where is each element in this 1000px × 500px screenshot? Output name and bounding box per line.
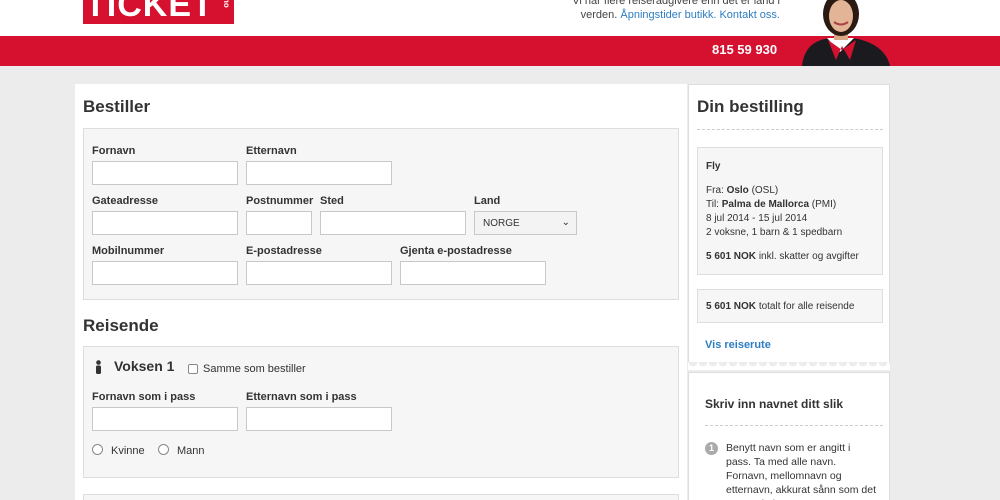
chevron-down-icon: ⌄ (561, 217, 570, 228)
header-info-line1: Vi har flere reiserådgivere enn det er l… (572, 0, 780, 7)
to-code: (PMI) (811, 199, 837, 210)
name-hint-title: Skriv inn navnet ditt slik (705, 397, 844, 411)
country-select[interactable]: NORGE ⌄ (474, 211, 577, 235)
bestiller-title: Bestiller (83, 97, 151, 116)
name-hint-text: Benytt navn som er angitt i pass. Ta med… (726, 442, 876, 500)
from-city: Oslo (726, 185, 749, 196)
price: 5 601 NOK (706, 251, 757, 262)
header-info: Vi har flere reiserådgivere enn det er l… (572, 0, 780, 22)
last-name-label: Etternavn (246, 145, 297, 157)
male-label: Mann (177, 445, 205, 457)
street-label: Gateadresse (92, 195, 159, 207)
show-itinerary-link[interactable]: Vis reiserute (705, 339, 771, 351)
to-line: Til: Palma de Mallorca (PMI) (706, 198, 836, 212)
first-name-label: Fornavn (92, 145, 136, 157)
reisende-title: Reisende (83, 316, 159, 335)
total-line: 5 601 NOK totalt for alle reisende (706, 300, 854, 314)
male-radio[interactable] (158, 444, 169, 455)
phone-number: 815 59 930 (712, 42, 778, 57)
country-value: NORGE (483, 218, 520, 229)
order-summary: Din bestilling Fly Fra: Oslo (OSL) Til: … (688, 84, 890, 368)
street-input[interactable] (92, 211, 238, 235)
trip-type: Fly (706, 161, 721, 172)
email-label: E-postadresse (246, 245, 322, 257)
contact-link[interactable]: Kontakt oss. (719, 9, 780, 21)
next-traveler-box (83, 494, 679, 500)
total-note: totalt for alle reisende (758, 301, 855, 312)
passenger-summary: 2 voksne, 1 barn & 1 spedbarn (706, 227, 843, 238)
agent-photo (782, 0, 892, 66)
traveler-box: Voksen 1 Samme som bestiller Fornavn som… (83, 346, 679, 478)
last-name-input[interactable] (246, 161, 392, 185)
passport-first-name-input[interactable] (92, 407, 238, 431)
passport-first-name-label: Fornavn som i pass (92, 391, 196, 403)
bestiller-box: Fornavn Etternavn Gateadresse Postnummer… (83, 128, 679, 300)
passport-last-name-label: Etternavn som i pass (246, 391, 357, 403)
logo-sub: no (222, 0, 231, 8)
passport-last-name-input[interactable] (246, 407, 392, 431)
order-summary-title: Din bestilling (697, 97, 804, 116)
person-icon (96, 360, 101, 374)
total-box: 5 601 NOK totalt for alle reisende (697, 289, 883, 323)
travel-dates: 8 jul 2014 - 15 jul 2014 (706, 213, 808, 224)
email-repeat-input[interactable] (400, 261, 546, 285)
zigzag-edge (688, 362, 890, 370)
same-as-orderer-checkbox[interactable] (188, 364, 198, 374)
city-label: Sted (320, 195, 344, 207)
same-as-orderer-label: Samme som bestiller (203, 363, 306, 375)
to-city: Palma de Mallorca (721, 199, 810, 210)
from-line: Fra: Oslo (OSL) (706, 184, 778, 198)
mobile-input[interactable] (92, 261, 238, 285)
divider (697, 129, 883, 130)
order-form: Bestiller Fornavn Etternavn Gateadresse … (75, 84, 687, 500)
mobile-label: Mobilnummer (92, 245, 165, 257)
name-hint-panel: Skriv inn navnet ditt slik 1 Benytt navn… (688, 372, 890, 500)
price-note: inkl. skatter og avgifter (758, 251, 859, 262)
adult-label: Voksen 1 (114, 358, 175, 374)
from-code: (OSL) (751, 185, 779, 196)
step-number-badge: 1 (705, 442, 718, 455)
postcode-input[interactable] (246, 211, 312, 235)
first-name-input[interactable] (92, 161, 238, 185)
female-label: Kvinne (111, 445, 145, 457)
to-prefix: Til: (706, 199, 719, 210)
email-input[interactable] (246, 261, 392, 285)
logo-text: TICKET (85, 0, 214, 24)
flight-box: Fly Fra: Oslo (OSL) Til: Palma de Mallor… (697, 147, 883, 275)
ticket-logo[interactable]: TICKET no (83, 0, 234, 24)
female-radio[interactable] (92, 444, 103, 455)
price-line: 5 601 NOK inkl. skatter og avgifter (706, 250, 859, 264)
opening-hours-link[interactable]: Åpningstider butikk. (620, 9, 716, 21)
email-repeat-label: Gjenta e-postadresse (400, 245, 512, 257)
divider (705, 425, 883, 426)
total-price: 5 601 NOK (706, 301, 757, 312)
header-info-prefix: verden. (580, 9, 618, 21)
city-input[interactable] (320, 211, 466, 235)
from-prefix: Fra: (706, 185, 724, 196)
postcode-label: Postnummer (246, 195, 314, 207)
country-label: Land (474, 195, 501, 207)
